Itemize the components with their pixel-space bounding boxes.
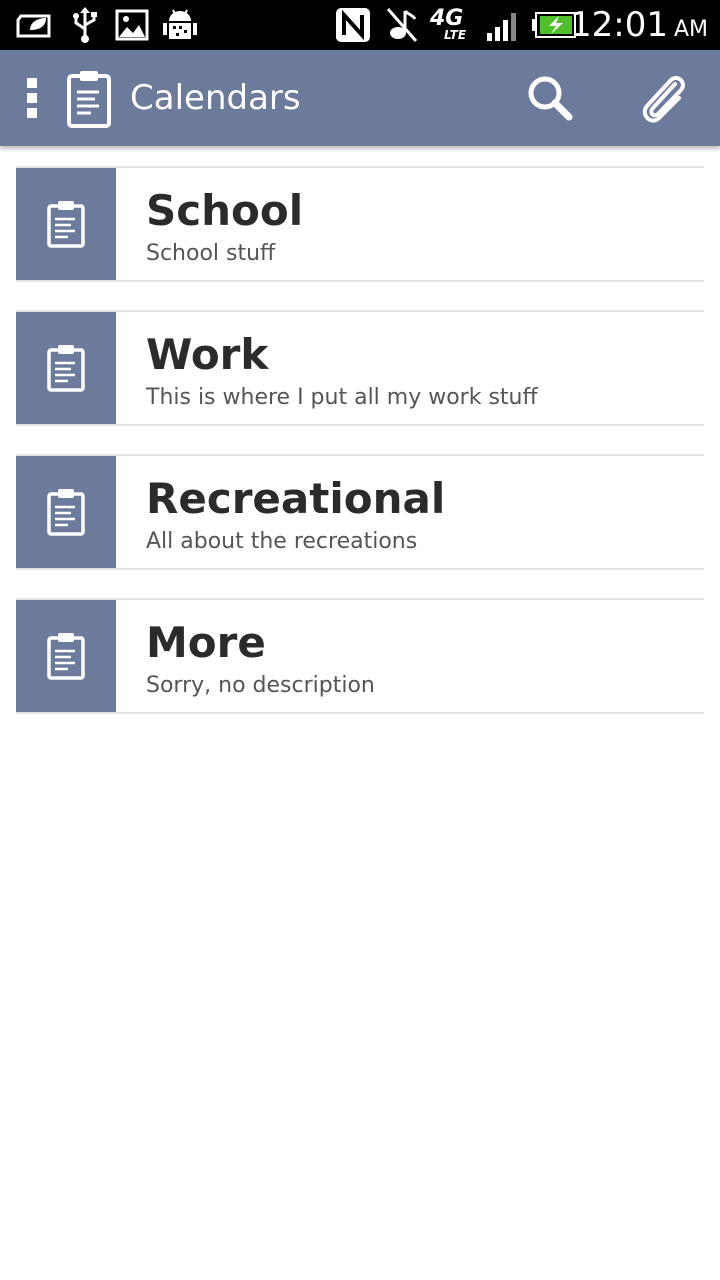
- calendar-description: All about the recreations: [146, 529, 418, 554]
- signal-icon: [484, 6, 522, 44]
- calendar-thumbnail: [16, 168, 116, 280]
- calendar-list: School School stuff Work This is where I…: [16, 166, 704, 742]
- leaf-card-icon: [14, 6, 58, 44]
- overflow-dots-icon: [27, 78, 37, 118]
- clipboard-icon: [47, 345, 85, 392]
- network-subtype-label: LTE: [444, 28, 467, 42]
- calendar-thumbnail: [16, 456, 116, 568]
- clipboard-icon: [47, 201, 85, 248]
- calendar-description: Sorry, no description: [146, 673, 375, 698]
- clipboard-icon: [47, 489, 85, 536]
- calendar-title: School: [146, 186, 304, 235]
- nfc-icon: [332, 6, 374, 44]
- action-bar: Calendars: [0, 50, 720, 146]
- android-debug-icon: [160, 6, 200, 44]
- page-title: Calendars: [130, 78, 301, 118]
- usb-icon: [68, 6, 102, 44]
- search-icon: [528, 76, 573, 121]
- clipboard-app-icon: [66, 68, 112, 128]
- clipboard-icon: [47, 633, 85, 680]
- calendar-item-recreational[interactable]: Recreational All about the recreations: [16, 454, 704, 570]
- calendar-title: Work: [146, 330, 269, 379]
- calendar-title: Recreational: [146, 474, 446, 523]
- calendar-thumbnail: [16, 312, 116, 424]
- calendar-thumbnail: [16, 600, 116, 712]
- calendar-item-work[interactable]: Work This is where I put all my work stu…: [16, 310, 704, 426]
- status-bar: 4G LTE 12:01 AM: [0, 0, 720, 50]
- 4g-lte-icon: 4G LTE: [430, 6, 474, 44]
- attach-icon: [642, 76, 685, 123]
- attach-button[interactable]: [634, 68, 694, 128]
- search-button[interactable]: [520, 68, 580, 128]
- calendar-description: This is where I put all my work stuff: [146, 385, 538, 410]
- overflow-menu-button[interactable]: [14, 72, 50, 124]
- calendar-title: More: [146, 618, 266, 667]
- image-icon: [114, 6, 150, 44]
- calendar-item-more[interactable]: More Sorry, no description: [16, 598, 704, 714]
- clock-time: 12:01: [569, 5, 668, 45]
- clock-ampm: AM: [673, 16, 708, 42]
- status-clock: 12:01 AM: [570, 0, 708, 50]
- silent-icon: [384, 6, 420, 44]
- calendar-description: School stuff: [146, 241, 276, 266]
- network-type-label: 4G: [430, 6, 464, 31]
- calendar-item-school[interactable]: School School stuff: [16, 166, 704, 282]
